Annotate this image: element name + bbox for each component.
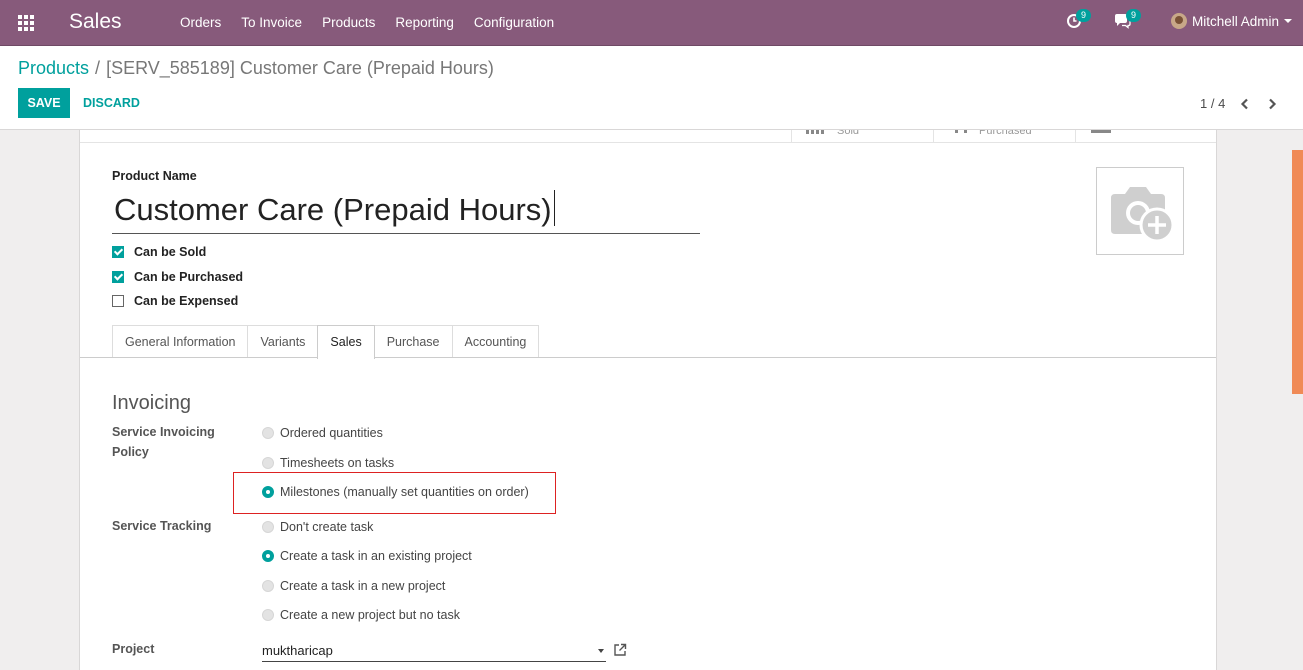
tab-sales[interactable]: Sales [317,325,375,359]
apps-grid-icon[interactable] [18,15,35,32]
policy-option-timesheets[interactable]: Timesheets on tasks [262,456,394,470]
tab-accounting[interactable]: Accounting [451,325,540,358]
tracking-option-no-task[interactable]: Don't create task [262,520,373,534]
user-name: Mitchell Admin [1192,13,1280,29]
messages-count-badge: 9 [1126,9,1142,22]
tracking-radio-no-task[interactable] [262,521,274,533]
chevron-down-icon [1284,19,1293,23]
policy-label-timesheets: Timesheets on tasks [280,456,395,470]
project-select[interactable]: muktharicap [262,640,606,662]
can-be-purchased-option[interactable]: Can be Purchased [112,270,243,284]
product-name-value: Customer Care (Prepaid Hours) [114,192,552,227]
chevron-left-icon [1240,98,1248,110]
can-be-purchased-label: Can be Purchased [134,270,244,284]
tracking-radio-project-no-task[interactable] [262,609,274,621]
activity-count-badge: 9 [1076,9,1092,22]
tracking-option-project-no-task[interactable]: Create a new project but no task [262,608,460,622]
stat-divider [933,130,934,142]
activity-button[interactable]: 9 [1066,9,1092,33]
menu-reporting[interactable]: Reporting [385,0,464,46]
save-button[interactable]: SAVE [18,88,70,118]
menu-orders[interactable]: Orders [170,0,231,46]
menu-products[interactable]: Products [312,0,385,46]
pager-value: 1 / 4 [1200,96,1226,111]
scrollbar-thumb[interactable] [1292,150,1303,394]
can-be-sold-label: Can be Sold [134,245,207,259]
tracking-label-existing-project: Create a task in an existing project [280,549,472,563]
tracking-label-new-project: Create a task in a new project [280,579,446,593]
main-menu: Orders To Invoice Products Reporting Con… [170,0,564,46]
text-cursor [553,190,555,226]
invoicing-section-title: Invoicing [112,392,191,414]
tracking-option-new-project[interactable]: Create a task in a new project [262,579,445,593]
top-navbar: Sales Orders To Invoice Products Reporti… [0,0,1303,46]
camera-plus-icon [1111,187,1175,243]
menu-configuration[interactable]: Configuration [464,0,564,46]
can-be-expensed-option[interactable]: Can be Expensed [112,294,238,308]
control-panel: Products / [SERV_585189] Customer Care (Pr… [0,46,1303,130]
tracking-radio-existing-project[interactable] [262,550,274,562]
stat-button-box: Sold Purchased [80,130,1216,143]
service-tracking-label: Service Tracking [112,519,212,533]
product-image-upload[interactable] [1096,167,1184,255]
tab-purchase[interactable]: Purchase [373,325,453,358]
chevron-right-icon [1269,98,1277,110]
policy-label-ordered: Ordered quantities [280,426,383,440]
tracking-label-project-no-task: Create a new project but no task [280,608,460,622]
can-be-expensed-checkbox[interactable] [112,295,124,307]
app-title: Sales [69,10,122,33]
policy-option-ordered[interactable]: Ordered quantities [262,426,383,440]
stat-divider [1075,130,1076,142]
stat-purchased-button[interactable]: Purchased [979,130,1059,142]
messages-button[interactable]: 9 [1114,9,1142,33]
external-link-icon[interactable] [613,643,627,657]
chevron-down-icon[interactable] [598,649,604,653]
stat-sold-button[interactable]: Sold [837,130,897,142]
sold-chart-icon [806,130,830,142]
breadcrumb: Products / [SERV_585189] Customer Care (Pr… [18,58,494,79]
tracking-radio-new-project[interactable] [262,580,274,592]
more-icon[interactable] [1091,130,1111,142]
can-be-sold-option[interactable]: Can be Sold [112,245,206,259]
policy-radio-timesheets[interactable] [262,457,274,469]
breadcrumb-separator: / [95,58,101,78]
menu-to-invoice[interactable]: To Invoice [231,0,312,46]
can-be-sold-checkbox[interactable] [112,246,124,258]
project-label: Project [112,642,155,656]
tab-general-information[interactable]: General Information [112,325,249,358]
tab-variants[interactable]: Variants [247,325,319,358]
purchased-icon [955,130,975,142]
can-be-purchased-checkbox[interactable] [112,271,124,283]
breadcrumb-current: [SERV_585189] Customer Care (Prepaid Hou… [106,58,494,78]
can-be-expensed-label: Can be Expensed [134,294,239,308]
milestones-highlight-box [233,472,556,514]
breadcrumb-products-link[interactable]: Products [18,58,89,78]
tracking-option-existing-project[interactable]: Create a task in an existing project [262,549,472,563]
product-form-sheet: Sold Purchased Product Name Customer Car… [79,130,1217,670]
pager-next-button[interactable] [1266,97,1278,110]
product-name-label: Product Name [112,169,197,183]
product-name-input[interactable]: Customer Care (Prepaid Hours) [112,188,700,234]
tracking-label-no-task: Don't create task [280,520,374,534]
user-menu[interactable]: Mitchell Admin [1171,13,1293,29]
stat-divider [791,130,792,142]
pager-previous-button[interactable] [1239,97,1251,110]
avatar [1171,13,1187,29]
service-invoicing-policy-label: Service Invoicing Policy [112,425,215,459]
form-tabs: General Information Variants Sales Purch… [112,325,540,359]
project-value: muktharicap [262,643,333,658]
tab-divider [80,357,1216,358]
discard-button[interactable]: DISCARD [83,88,140,118]
policy-radio-ordered[interactable] [262,427,274,439]
